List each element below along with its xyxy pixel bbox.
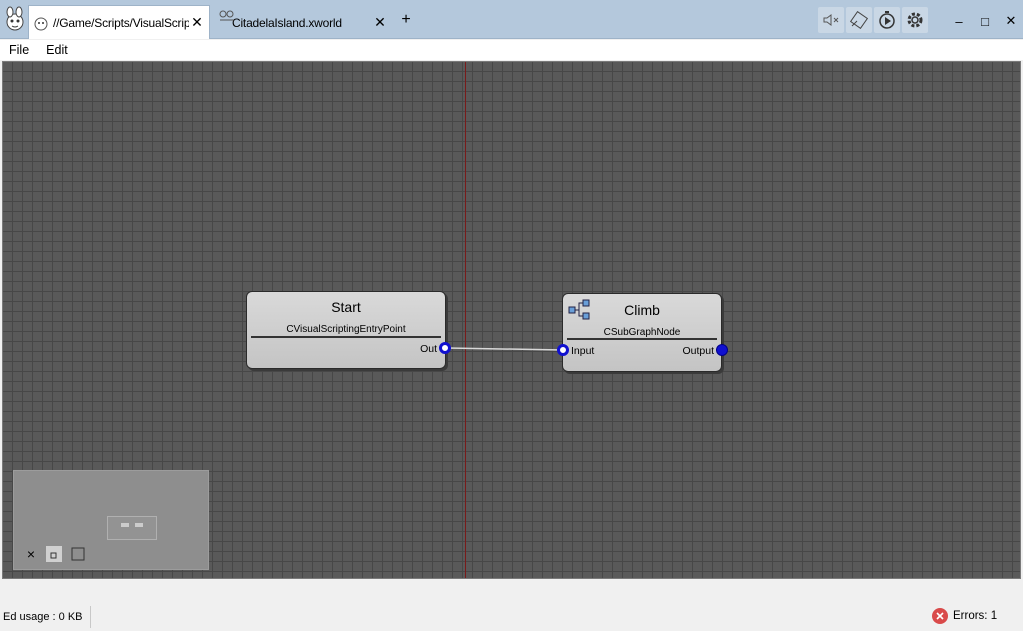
errors-count: Errors: 1	[953, 610, 998, 622]
minimap-small-view-button[interactable]	[46, 546, 62, 562]
status-divider	[90, 606, 91, 628]
error-icon	[932, 608, 948, 624]
window-controls: – □ ✕	[946, 10, 1023, 32]
script-icon	[33, 15, 51, 31]
output-port-label: Output	[682, 345, 714, 357]
world-icon	[218, 8, 236, 24]
close-window-button[interactable]: ✕	[998, 10, 1023, 32]
minimap-large-view-button[interactable]	[70, 546, 86, 562]
start-node[interactable]: Start CVisualScriptingEntryPoint Out	[246, 291, 451, 369]
menu-file[interactable]: File	[0, 43, 37, 57]
play-icon[interactable]	[874, 7, 900, 33]
out-port[interactable]	[439, 342, 451, 354]
status-bar: Ed usage : 0 KB Errors: 1	[0, 603, 1023, 631]
minimap-close-button[interactable]: ×	[23, 546, 39, 562]
input-port-label: Input	[571, 345, 595, 357]
tab-citadela-island[interactable]: CitadelaIsland.xworld ✕	[212, 6, 392, 39]
errors-indicator[interactable]: Errors: 1	[932, 608, 997, 624]
node-divider	[567, 338, 717, 340]
tab-bar: //Game/Scripts/VisualScripts/Climb ✕ Cit…	[0, 0, 1023, 39]
maximize-button[interactable]: □	[972, 10, 998, 32]
node-title: Start	[331, 299, 361, 315]
minimap[interactable]: ×	[13, 470, 209, 570]
toolbar	[818, 7, 928, 33]
tab-climb-script[interactable]: //Game/Scripts/VisualScripts/Climb ✕	[28, 5, 210, 39]
mute-icon[interactable]	[818, 7, 844, 33]
out-port-label: Out	[420, 343, 437, 355]
tab-close-icon[interactable]: ✕	[189, 14, 205, 31]
node-class-name: CSubGraphNode	[603, 327, 681, 338]
app-logo-icon	[2, 6, 28, 34]
menu-edit[interactable]: Edit	[37, 43, 76, 57]
input-port[interactable]	[557, 344, 569, 356]
node-class-name: CVisualScriptingEntryPoint	[286, 324, 406, 335]
graph-canvas[interactable]: Start CVisualScriptingEntryPoint Out Cli…	[2, 61, 1021, 579]
memory-usage-text: Ed usage : 0 KB	[3, 611, 83, 623]
output-port[interactable]	[716, 344, 728, 356]
new-tab-button[interactable]: +	[398, 12, 414, 28]
node-divider	[251, 336, 441, 338]
tab-label: CitadelaIsland.xworld	[232, 15, 342, 30]
node-title: Climb	[624, 302, 660, 318]
tab-close-icon[interactable]: ✕	[372, 14, 388, 31]
tab-label: //Game/Scripts/VisualScripts/Climb	[53, 15, 189, 30]
minimap-viewport[interactable]	[107, 516, 157, 540]
climb-node[interactable]: Climb CSubGraphNode Input Output	[557, 293, 728, 372]
connection-wire[interactable]	[446, 347, 564, 351]
settings-icon[interactable]	[902, 7, 928, 33]
screenshot-icon[interactable]	[846, 7, 872, 33]
menu-bar: File Edit	[0, 40, 1023, 60]
minimize-button[interactable]: –	[946, 10, 972, 32]
